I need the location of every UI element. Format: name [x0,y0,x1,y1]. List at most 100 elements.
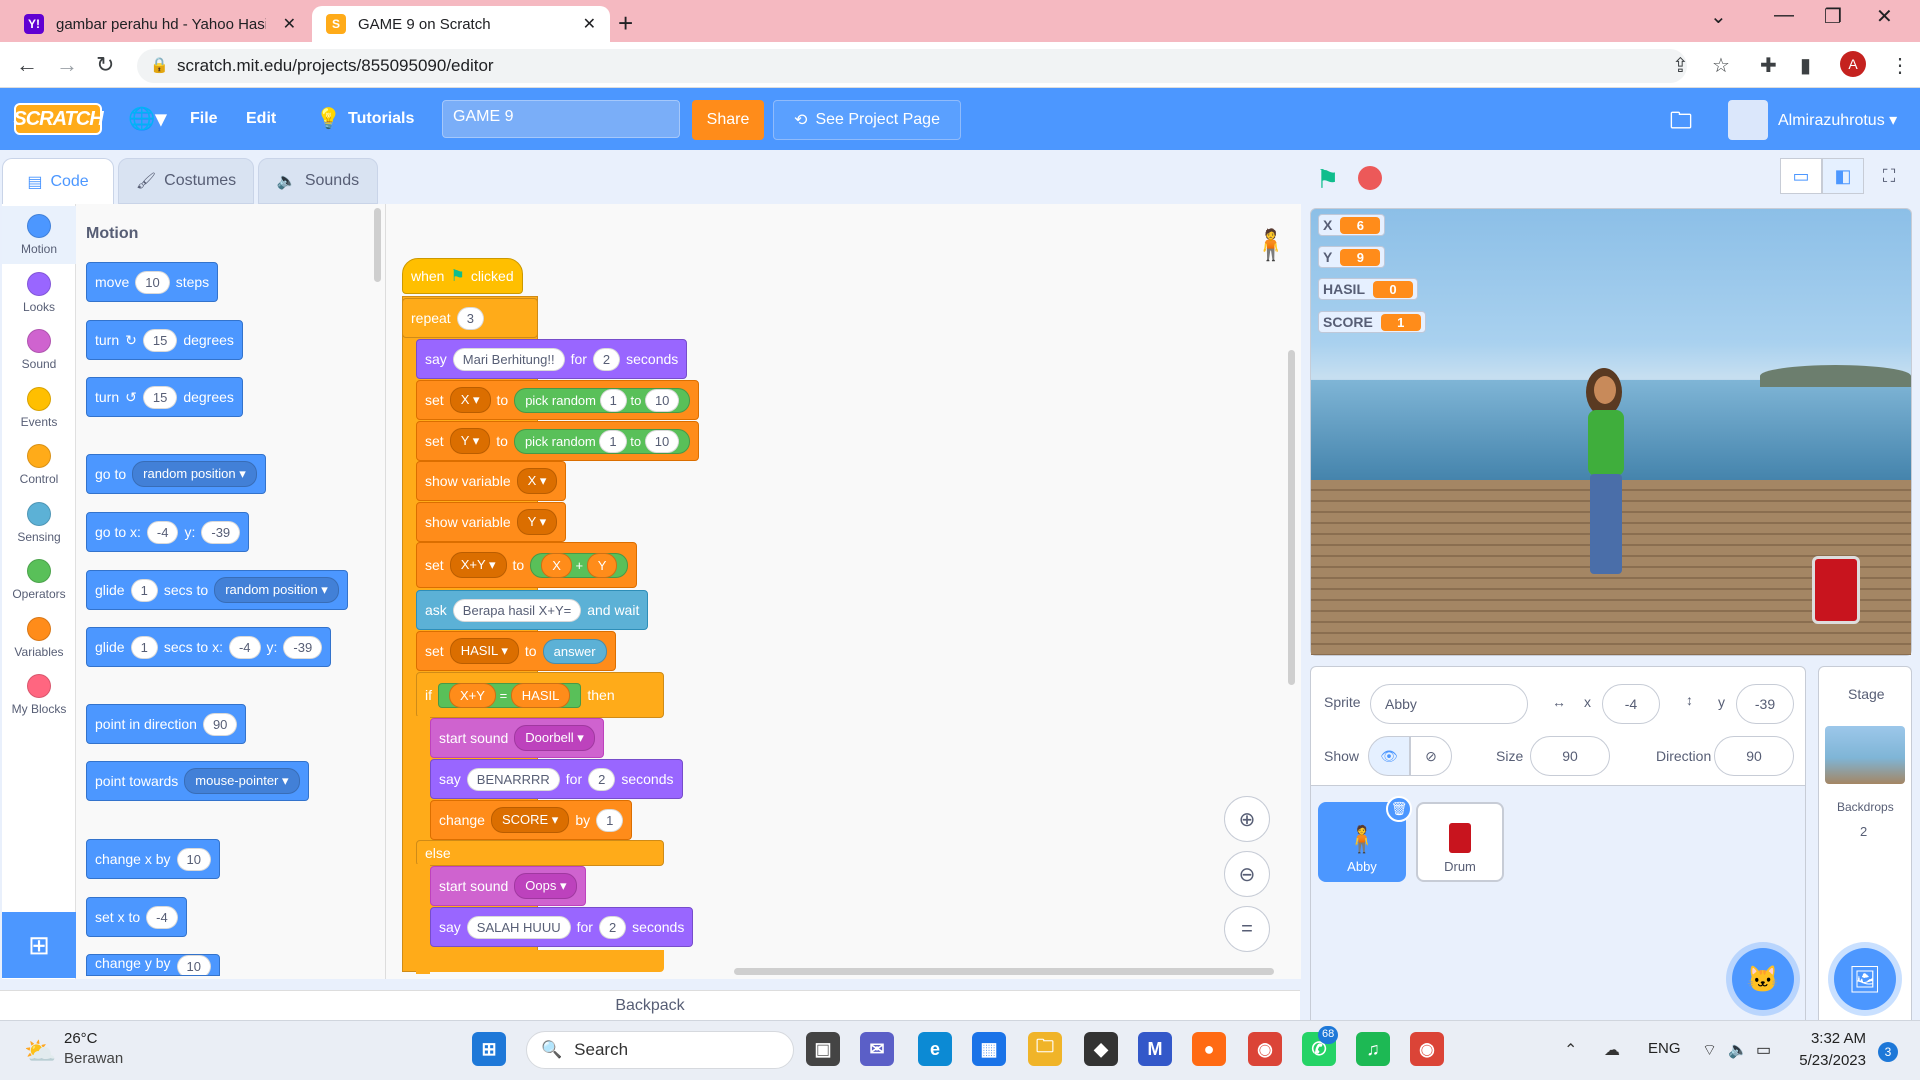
set-variable-block[interactable]: set Y ▾ to pick random 1 to 10 [416,421,700,461]
change-y-block[interactable]: change y by 10 [86,954,220,976]
category-sound[interactable]: Sound [2,321,76,379]
show-variable-block[interactable]: show variable X ▾ [416,461,567,501]
go-to-xy-block[interactable]: go to x: -4 y: -39 [86,512,250,552]
block-input[interactable]: 1 [130,578,158,602]
task-view-icon[interactable]: ▣ [806,1032,840,1066]
block-input[interactable]: 1 [599,429,627,453]
see-project-page-button[interactable]: ⟲ See Project Page [773,100,961,140]
set-variable-block[interactable]: set HASIL ▾ to answer [416,631,616,671]
move-steps-block[interactable]: move 10 steps [86,262,219,302]
cloud-sync-icon[interactable]: ☁ [1604,1040,1620,1060]
block-input[interactable]: Mari Berhitung!! [452,347,565,371]
answer-reporter[interactable]: answer [542,638,607,664]
block-dropdown[interactable]: random position ▾ [132,461,257,487]
browser-tab-yahoo[interactable]: Y! gambar perahu hd - Yahoo Hasil ✕ [10,6,310,42]
variable-reporter[interactable]: X [541,552,572,578]
lock-icon[interactable]: 🔒 [150,56,169,74]
microsoft-store-icon[interactable]: ▦ [972,1032,1006,1066]
tab-search-icon[interactable]: ⌄ [1710,4,1727,29]
menu-tutorials[interactable]: Tutorials [348,110,414,128]
wifi-icon[interactable]: ⌔ [1702,1040,1717,1060]
show-variable-block[interactable]: show variable Y ▾ [416,502,567,542]
start-sound-block[interactable]: start sound Oops ▾ [430,866,587,906]
block-input[interactable]: 90 [202,712,238,736]
category-variables[interactable]: Variables [2,609,76,667]
scratch-logo[interactable]: SCRATCH [13,103,104,135]
tab-costumes[interactable]: 🖌 Costumes [118,158,254,204]
project-title-input[interactable]: GAME 9 [442,100,680,138]
glide-to-xy-block[interactable]: glide 1 secs to x: -4 y: -39 [86,627,332,667]
ask-and-wait-block[interactable]: ask Berapa hasil X+Y= and wait [416,590,649,630]
choose-backdrop-button[interactable]: 🖼 [1834,948,1896,1010]
variable-monitor-score[interactable]: SCORE 1 [1318,311,1426,333]
block-input[interactable]: 10 [176,847,211,871]
say-block[interactable]: say Mari Berhitung!! for 2 seconds [416,339,688,379]
username-menu[interactable]: Almirazuhrotus ▾ [1778,110,1897,130]
set-x-block[interactable]: set x to -4 [86,897,187,937]
pick-random-reporter[interactable]: pick random 1 to 10 [513,428,691,454]
variable-reporter[interactable]: X+Y [449,682,496,708]
restore-icon[interactable]: ❐ [1824,4,1842,29]
variable-monitor-y[interactable]: Y9 [1318,246,1386,268]
category-events[interactable]: Events [2,379,76,437]
zoom-in-button[interactable]: ⊕ [1224,796,1270,842]
clock-time[interactable]: 3:32 AM [1800,1030,1866,1047]
app-blue-icon[interactable]: M [1138,1032,1172,1066]
new-tab-icon[interactable]: + [618,8,633,39]
chrome-menu-icon[interactable]: ⋮ [1890,53,1910,78]
block-dropdown[interactable]: random position ▾ [214,577,339,603]
say-block[interactable]: say SALAH HUUU for 2 seconds [430,907,694,947]
share-page-icon[interactable]: ⇪ [1672,53,1689,78]
tab-sounds[interactable]: 🔈 Sounds [258,158,378,204]
block-input[interactable]: 15 [142,328,178,352]
block-dropdown[interactable]: HASIL ▾ [449,638,519,664]
chrome-icon[interactable]: ◉ [1248,1032,1282,1066]
forward-icon[interactable]: → [56,52,78,78]
workspace-horizontal-scrollbar[interactable] [734,968,1274,975]
back-icon[interactable]: ← [16,52,38,78]
firefox-icon[interactable]: ● [1192,1032,1226,1066]
block-input[interactable]: -39 [201,520,241,544]
spotify-icon[interactable]: ♫ [1356,1032,1390,1066]
choose-sprite-button[interactable]: 🐱 [1732,948,1794,1010]
teams-chat-icon[interactable]: ✉ [860,1032,894,1066]
workspace-vertical-scrollbar[interactable] [1288,350,1295,685]
block-input[interactable]: 10 [644,429,680,453]
variable-monitor-x[interactable]: X6 [1318,214,1386,236]
block-dropdown[interactable]: SCORE ▾ [490,807,570,833]
battery-icon[interactable]: ▭ [1756,1040,1771,1060]
drum-sprite[interactable] [1812,556,1860,624]
if-else-block[interactable]: if X+Y = HASIL then [416,672,664,718]
user-avatar[interactable] [1728,100,1768,140]
block-input[interactable]: 15 [142,385,178,409]
say-block[interactable]: say BENARRRR for 2 seconds [430,759,683,799]
change-x-block[interactable]: change x by 10 [86,839,220,879]
stop-button[interactable] [1358,166,1382,190]
block-input[interactable]: 10 [644,388,680,412]
bookmark-star-icon[interactable]: ☆ [1712,53,1730,78]
windows-start-icon[interactable]: ⊞ [472,1032,506,1066]
show-hidden-button[interactable]: ⊘ [1410,736,1452,776]
share-button[interactable]: Share [692,100,764,140]
file-explorer-icon[interactable]: 🗀 [1028,1032,1062,1066]
language-globe-icon[interactable]: 🌐▾ [128,106,166,132]
reload-icon[interactable]: ↻ [96,52,114,78]
block-input[interactable]: Berapa hasil X+Y= [452,598,582,622]
block-input[interactable]: 2 [588,767,616,791]
url-field[interactable]: scratch.mit.edu/projects/855095090/edito… [137,49,1687,83]
weather-cloud-icon[interactable]: ⛅ [24,1036,56,1067]
point-towards-block[interactable]: point towards mouse-pointer ▾ [86,761,309,801]
chrome-profile-icon[interactable]: ◉ [1410,1032,1444,1066]
equals-operator-reporter[interactable]: X+Y = HASIL [438,682,582,708]
show-visible-button[interactable]: 👁 [1368,736,1410,776]
block-dropdown[interactable]: X ▾ [516,468,558,494]
close-window-icon[interactable]: ✕ [1876,4,1893,29]
block-input[interactable]: 10 [135,270,170,294]
clock-date[interactable]: 5/23/2023 [1790,1052,1866,1069]
menu-file[interactable]: File [190,110,218,128]
tutorials-bulb-icon[interactable]: 💡 [316,106,341,131]
variable-reporter[interactable]: Y [586,552,618,578]
category-motion[interactable]: Motion [2,206,76,264]
block-input[interactable]: -4 [228,635,261,659]
block-input[interactable]: 2 [592,347,621,371]
